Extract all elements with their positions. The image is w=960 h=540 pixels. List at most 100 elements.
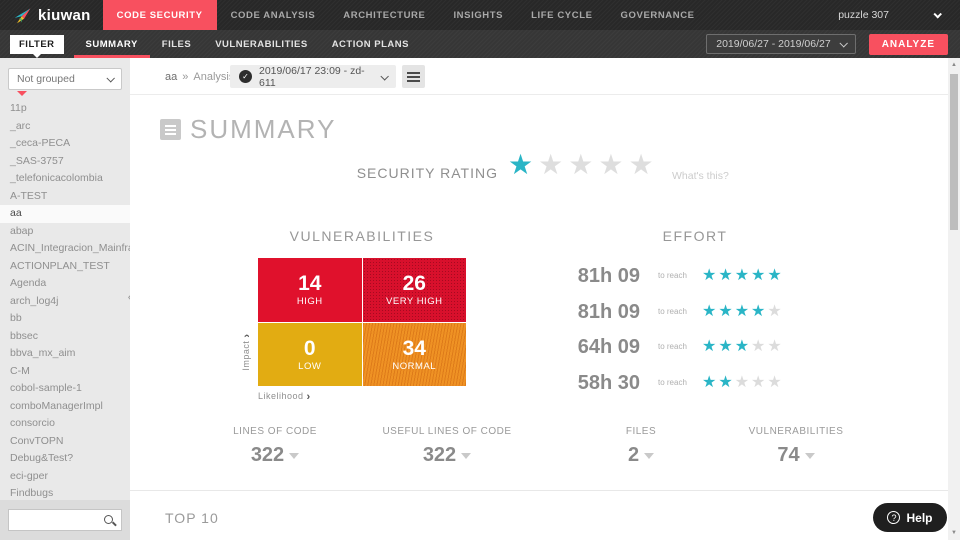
sidebar-item-eci-gper[interactable]: eci-gper [0, 468, 130, 486]
brand-name: kiuwan [38, 7, 91, 24]
tab-action-plans[interactable]: ACTION PLANS [320, 30, 421, 58]
metric-dropdown-icon[interactable] [289, 453, 299, 459]
sidebar-search-band [0, 500, 130, 540]
search-icon[interactable] [103, 514, 117, 528]
tab-summary[interactable]: SUMMARY [74, 30, 150, 58]
sidebar-item-actionplan-test[interactable]: ACTIONPLAN_TEST [0, 258, 130, 276]
metric-dropdown-icon[interactable] [461, 453, 471, 459]
sidebar-item-abap[interactable]: abap [0, 223, 130, 241]
sidebar-item-convtopn[interactable]: ConvTOPN [0, 433, 130, 451]
sidebar-item-11p[interactable]: 11p [0, 100, 130, 118]
breadcrumb-separator: » [182, 71, 188, 83]
sidebar-item-telefonicacolombia[interactable]: _telefonicacolombia [0, 170, 130, 188]
vuln-count-high: 14 [298, 272, 321, 296]
grouping-pointer-icon [17, 91, 27, 96]
topnav-right: puzzle 307 [838, 0, 960, 30]
breadcrumb-project[interactable]: aa [165, 71, 177, 83]
vuln-quadrant-normal[interactable]: 34NORMAL [363, 323, 467, 387]
topnav-item-insights[interactable]: INSIGHTS [439, 0, 517, 30]
metric-dropdown-icon[interactable] [644, 453, 654, 459]
effort-star: ★ [702, 374, 718, 391]
metric-label: LINES OF CODE [190, 426, 360, 437]
metric-value[interactable]: 74 [711, 444, 881, 467]
sidebar-item-a-test[interactable]: A-TEST [0, 188, 130, 206]
tab-files[interactable]: FILES [150, 30, 203, 58]
page-scrollbar[interactable]: ▲ ▼ [948, 58, 960, 540]
metric-dropdown-icon[interactable] [805, 453, 815, 459]
main-content: aa » Analysis ✓ 2019/06/17 23:09 - zd-61… [130, 58, 948, 540]
application-list: 11p_arc_ceca-PECA_SAS-3757_telefonicacol… [0, 100, 130, 500]
sidebar-item-bbva-mx-aim[interactable]: bbva_mx_aim [0, 345, 130, 363]
topnav-item-governance[interactable]: GOVERNANCE [607, 0, 709, 30]
vuln-quadrant-very-high[interactable]: 26VERY HIGH [363, 258, 467, 322]
sidebar-item-combomanagerimpl[interactable]: comboManagerImpl [0, 398, 130, 416]
sidebar-item-acin-integracion-mainframe[interactable]: ACIN_Integracion_Mainframe [0, 240, 130, 258]
security-rating-star: ★ [538, 149, 568, 180]
sidebar-item-cobol-sample-1[interactable]: cobol-sample-1 [0, 380, 130, 398]
breadcrumb-section: Analysis [193, 71, 234, 83]
sidebar-item-debug-test[interactable]: Debug&Test? [0, 450, 130, 468]
effort-star: ★ [702, 303, 718, 320]
section-divider [130, 490, 948, 491]
sidebar-item-c-m[interactable]: C-M [0, 363, 130, 381]
sidebar-item-arc[interactable]: _arc [0, 118, 130, 136]
sidebar-item-findbugs[interactable]: Findbugs [0, 485, 130, 500]
metric-value[interactable]: 322 [362, 444, 532, 467]
sidebar-item-bbsec[interactable]: bbsec [0, 328, 130, 346]
help-button[interactable]: ? Help [873, 503, 947, 532]
summary-header: SUMMARY [160, 114, 336, 145]
grouping-select[interactable]: Not grouped [8, 68, 122, 90]
effort-star: ★ [751, 267, 767, 284]
analysis-chevron-down-icon [381, 72, 389, 80]
kiuwan-logo-icon [13, 6, 32, 25]
topnav-item-life-cycle[interactable]: LIFE CYCLE [517, 0, 606, 30]
sidebar-item-agenda[interactable]: Agenda [0, 275, 130, 293]
sidebar-item-ceca-peca[interactable]: _ceca-PECA [0, 135, 130, 153]
metric-value[interactable]: 322 [190, 444, 360, 467]
vuln-count-very-high: 26 [403, 272, 426, 296]
vuln-count-low: 0 [304, 337, 316, 361]
metric-vulnerabilities: VULNERABILITIES74 [711, 426, 881, 467]
account-selector[interactable]: puzzle 307 [838, 9, 889, 21]
subnav-right: 2019/06/27 - 2019/06/27 ANALYZE [706, 34, 960, 55]
effort-star: ★ [735, 374, 751, 391]
kiuwan-logo[interactable]: kiuwan [0, 0, 103, 30]
primary-nav: CODE SECURITYCODE ANALYSISARCHITECTUREIN… [103, 0, 839, 30]
whats-this-link[interactable]: What's this? [672, 170, 729, 182]
effort-star: ★ [735, 338, 751, 355]
tab-vulnerabilities[interactable]: VULNERABILITIES [203, 30, 319, 58]
to-reach-label: to reach [658, 271, 687, 280]
metric-value[interactable]: 2 [556, 444, 726, 467]
section-tabs: SUMMARYFILESVULNERABILITIESACTION PLANS [74, 30, 707, 58]
filter-button[interactable]: FILTER [10, 35, 64, 54]
scrollbar-thumb[interactable] [950, 74, 958, 230]
sidebar-item-arch-log4j[interactable]: arch_log4j [0, 293, 130, 311]
analysis-status-check-icon: ✓ [239, 70, 252, 83]
security-rating-star: ★ [598, 149, 628, 180]
vuln-severity-label: NORMAL [392, 361, 436, 372]
date-range-selector[interactable]: 2019/06/27 - 2019/06/27 [706, 34, 855, 54]
sidebar-item-aa[interactable]: aa [0, 205, 130, 223]
topnav-item-code-analysis[interactable]: CODE ANALYSIS [217, 0, 330, 30]
account-chevron-down-icon[interactable] [933, 10, 941, 18]
analyze-button[interactable]: ANALYZE [869, 34, 948, 55]
vuln-quadrant-high[interactable]: 14HIGH [258, 258, 362, 322]
effort-star: ★ [751, 303, 767, 320]
topnav-item-code-security[interactable]: CODE SECURITY [103, 0, 217, 30]
sidebar-item-consorcio[interactable]: consorcio [0, 415, 130, 433]
scroll-down-icon[interactable]: ▼ [948, 530, 960, 536]
metric-lines-of-code: LINES OF CODE 322 [190, 426, 360, 467]
security-rating-star: ★ [568, 149, 598, 180]
sidebar-item-bb[interactable]: bb [0, 310, 130, 328]
scroll-up-icon[interactable]: ▲ [948, 62, 960, 68]
sidebar-item-sas-3757[interactable]: _SAS-3757 [0, 153, 130, 171]
help-button-label: Help [906, 511, 932, 525]
filter-pointer-icon [33, 54, 41, 58]
effort-star: ★ [735, 267, 751, 284]
effort-row-3: 64h 09to reach★★★★★ [510, 332, 850, 368]
vuln-quadrant-low[interactable]: 0LOW [258, 323, 362, 387]
page-title: SUMMARY [190, 114, 336, 145]
analysis-menu-button[interactable] [402, 65, 425, 88]
analysis-select[interactable]: ✓ 2019/06/17 23:09 - zd-611 [230, 65, 396, 88]
topnav-item-architecture[interactable]: ARCHITECTURE [329, 0, 439, 30]
